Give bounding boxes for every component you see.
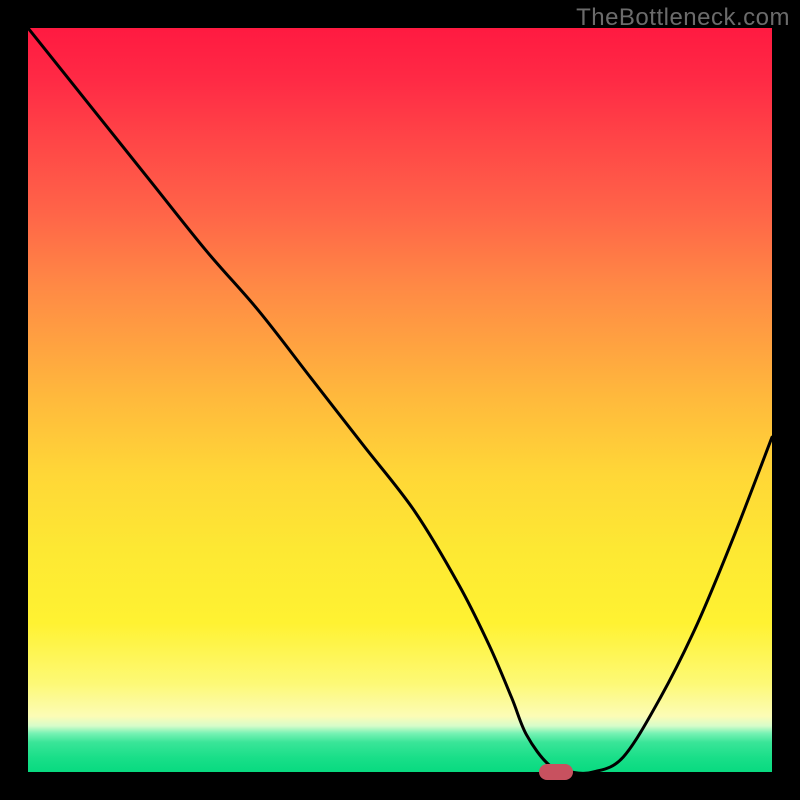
- bottleneck-curve: [28, 28, 772, 772]
- watermark-text: TheBottleneck.com: [576, 4, 790, 32]
- curve-path: [28, 28, 772, 772]
- plot-area: [28, 28, 772, 772]
- chart-frame: TheBottleneck.com: [0, 0, 800, 800]
- optimal-marker: [539, 764, 573, 780]
